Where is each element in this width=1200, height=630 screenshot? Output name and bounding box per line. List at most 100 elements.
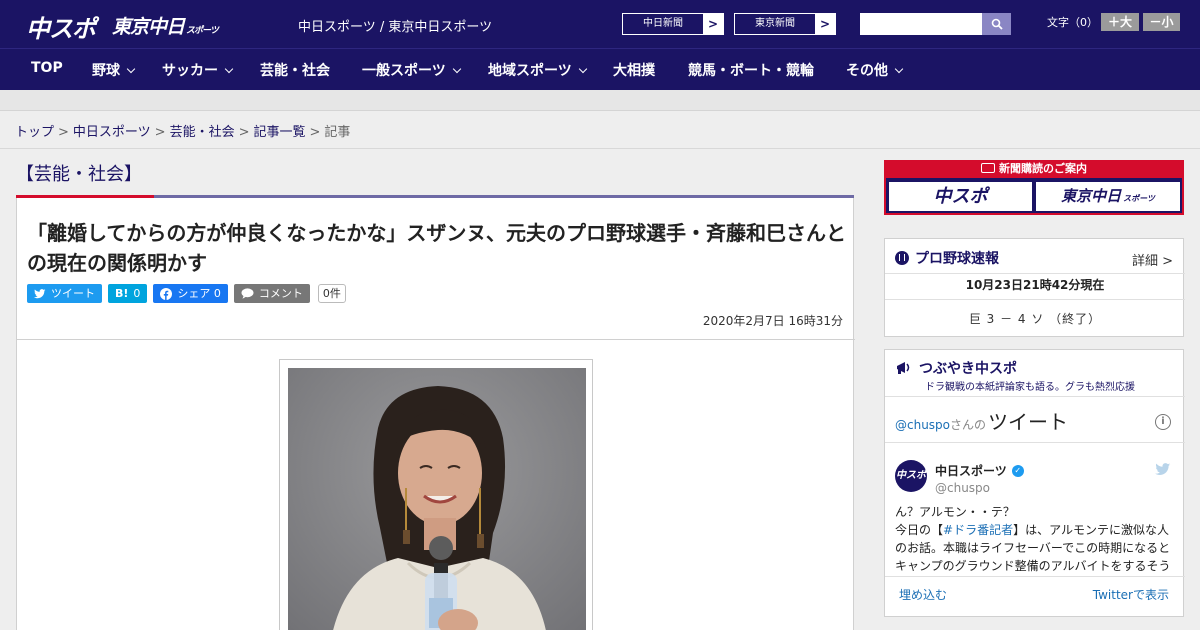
article-date: 2020年2月7日 16時31分	[702, 314, 843, 328]
chevron-down-icon	[578, 64, 587, 74]
baseball-score-line[interactable]: 巨 3 － 4 ソ （終了）	[885, 310, 1185, 327]
nav-item-racing[interactable]: 競馬・ボート・競輪	[688, 60, 814, 80]
chevron-down-icon	[894, 64, 904, 74]
subscribe-tokyo-chunichi-small: スポーツ	[1123, 194, 1155, 203]
chevron-down-icon	[224, 64, 234, 74]
divider	[885, 299, 1185, 300]
search-icon	[991, 18, 1003, 30]
twitter-bird-icon[interactable]	[1155, 463, 1171, 480]
nav-label: その他	[846, 63, 888, 79]
subscription-heading-text: 新聞購読のご案内	[999, 162, 1087, 175]
nav-label: 一般スポーツ	[362, 63, 446, 79]
search-button[interactable]	[982, 13, 1011, 35]
nav-item-baseball[interactable]: 野球	[92, 60, 136, 80]
facebook-icon	[160, 287, 173, 300]
comment-button[interactable]: コメント	[233, 284, 310, 303]
chunichi-shimbun-label: 中日新聞	[623, 14, 703, 34]
embed-link[interactable]: 埋め込む	[899, 586, 947, 603]
site-header: 中スポ 東京中日 スポーツ 中日スポーツ / 東京中日スポーツ 中日新聞 > 東京…	[0, 0, 1200, 48]
megaphone-icon	[897, 362, 910, 374]
tweet-text: ん？アルモン・・テ？ 今日の【#ドラ番記者】は、アルモンテに激似な人のお話。本職…	[895, 503, 1177, 575]
font-smaller-button[interactable]: －小	[1143, 13, 1180, 31]
tweets-handle-link[interactable]: @chuspo	[895, 418, 950, 432]
avatar[interactable]: 中スポ	[895, 460, 927, 492]
search-input[interactable]	[860, 13, 982, 35]
twitter-widget-subtitle: ドラ観戦の本紙評論家も語る。グラも熱烈応援	[925, 382, 1135, 393]
article-photo[interactable]	[288, 368, 586, 630]
baseball-widget-title-text: プロ野球速報	[915, 251, 999, 267]
woman-portrait-image	[288, 368, 586, 630]
nav-item-other[interactable]: その他	[846, 60, 904, 80]
site-links[interactable]: 中日スポーツ / 東京中日スポーツ	[298, 16, 492, 35]
nav-label: 芸能・社会	[260, 63, 330, 79]
tokyo-chunichi-logo[interactable]: 東京中日 スポーツ	[112, 12, 219, 39]
facebook-share-button[interactable]: シェア 0	[153, 284, 228, 303]
main-nav: TOP 野球 サッカー 芸能・社会 一般スポーツ 地域スポーツ 大相撲 競馬・ボ…	[0, 48, 1200, 90]
baseball-score-widget: プロ野球速報 詳細 > 10月23日21時42分現在 巨 3 － 4 ソ （終了…	[884, 238, 1185, 337]
nav-item-top[interactable]: TOP	[31, 60, 63, 76]
tweet-account-handle[interactable]: @chuspo	[935, 481, 990, 495]
font-size-label: 文字（0）	[1047, 16, 1098, 29]
breadcrumb-link[interactable]: 中日スポーツ	[73, 125, 151, 140]
subscription-heading: 新聞購読のご案内	[884, 160, 1184, 178]
hatena-count: 0	[133, 287, 141, 300]
subscription-banner[interactable]: 新聞購読のご案内 中スポ 東京中日 スポーツ	[884, 160, 1184, 215]
breadcrumb-separator: >	[154, 125, 166, 140]
tokyo-chunichi-logo-text: 東京中日	[112, 16, 185, 38]
article-category[interactable]: 【芸能・社会】	[16, 160, 142, 186]
tweet-text-line: ん？アルモン・・テ？	[895, 505, 1015, 519]
nav-label: TOP	[31, 60, 63, 76]
verified-icon: ✓	[1011, 464, 1024, 477]
nav-item-sumo[interactable]: 大相撲	[613, 60, 655, 80]
nav-item-soccer[interactable]: サッカー	[162, 60, 234, 80]
tweet-account-name[interactable]: 中日スポーツ ✓	[935, 462, 1024, 479]
facebook-count: 0	[213, 287, 221, 300]
hatena-bookmark-button[interactable]: B! 0	[108, 284, 148, 303]
breadcrumb-link[interactable]: トップ	[15, 125, 54, 140]
info-icon[interactable]: i	[1155, 414, 1171, 430]
divider	[0, 148, 1200, 149]
tweet-label: ツイート	[51, 287, 95, 300]
breadcrumb-separator: >	[238, 125, 250, 140]
view-on-twitter-link[interactable]: Twitterで表示	[1093, 586, 1169, 603]
breadcrumb-separator: >	[58, 125, 69, 140]
breadcrumb-link[interactable]: 記事一覧	[254, 125, 306, 140]
font-larger-button[interactable]: ＋大	[1101, 13, 1139, 31]
subscribe-tokyo-chunichi-logo[interactable]: 東京中日 スポーツ	[1036, 182, 1180, 211]
nav-item-entertainment[interactable]: 芸能・社会	[260, 60, 330, 80]
tweet-text-body: 今日の【#ドラ番記者】は、アルモンテに激似な人のお話。本職はライフセーバーでこの…	[895, 521, 1177, 575]
tweet-account-name-text: 中日スポーツ	[935, 464, 1007, 478]
nav-label: 野球	[92, 63, 120, 79]
tweet-hashtag-link[interactable]: #ドラ番記者	[943, 523, 1013, 537]
baseball-detail-link[interactable]: 詳細 >	[1132, 250, 1173, 269]
baseball-widget-title: プロ野球速報	[895, 248, 999, 268]
tweets-heading-text: ツイート	[988, 410, 1069, 434]
nav-item-general-sports[interactable]: 一般スポーツ	[362, 60, 461, 80]
article-photo-frame	[279, 359, 593, 630]
ad-strip	[0, 90, 1200, 111]
breadcrumb-separator: >	[309, 125, 321, 140]
twitter-widget-title-text: つぶやき中スポ	[919, 361, 1017, 377]
twitter-bird-icon	[34, 288, 46, 298]
subscribe-chuspo-logo[interactable]: 中スポ	[889, 182, 1032, 211]
nav-label: サッカー	[162, 63, 218, 79]
tweet-button[interactable]: ツイート	[27, 284, 102, 303]
comment-label: コメント	[258, 287, 303, 300]
chevron-right-icon: >	[707, 17, 719, 31]
hatena-icon: B!	[115, 287, 129, 300]
facebook-label: シェア	[177, 287, 211, 300]
baseball-icon	[895, 251, 909, 265]
chuspo-logo[interactable]: 中スポ	[26, 9, 96, 44]
nav-label: 競馬・ボート・競輪	[688, 63, 814, 79]
nav-item-regional-sports[interactable]: 地域スポーツ	[488, 60, 587, 80]
chevron-down-icon	[126, 64, 136, 74]
subscribe-tokyo-chunichi-text: 東京中日	[1061, 187, 1122, 205]
tokyo-shimbun-button[interactable]: 東京新聞 >	[734, 13, 836, 35]
share-buttons: ツイート B! 0 シェア 0 コメント 0件	[27, 284, 346, 303]
tokyo-shimbun-label: 東京新聞	[735, 14, 815, 34]
breadcrumb-link[interactable]: 芸能・社会	[170, 125, 235, 140]
nav-label: 大相撲	[613, 63, 655, 79]
newspaper-icon	[981, 163, 995, 173]
chunichi-shimbun-button[interactable]: 中日新聞 >	[622, 13, 724, 35]
speech-bubble-icon	[241, 288, 254, 299]
